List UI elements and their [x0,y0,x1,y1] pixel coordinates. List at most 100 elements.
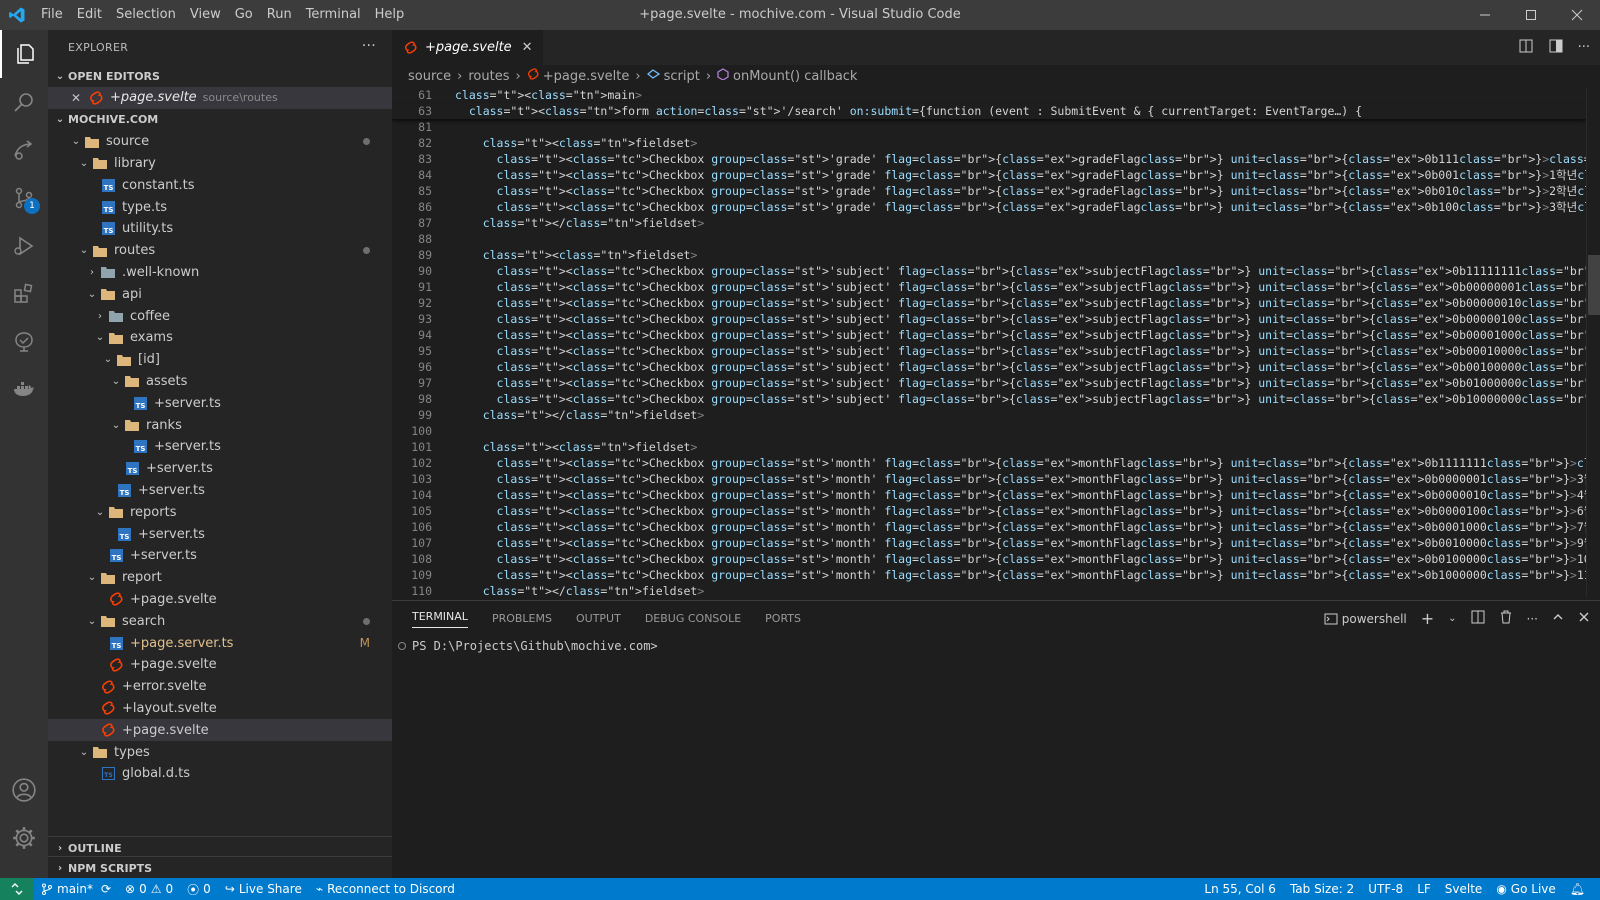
menu-selection[interactable]: Selection [109,0,183,30]
account-icon[interactable] [0,766,48,814]
tree-item[interactable]: ⌄ ranks [48,414,392,436]
tab-size[interactable]: Tab Size: 2 [1283,882,1361,896]
testing-icon[interactable] [0,318,48,366]
branch-indicator[interactable]: main* ⟳ [34,882,118,896]
close-window-icon[interactable] [1554,0,1600,30]
split-terminal-icon[interactable] [1471,610,1485,627]
open-editors-section[interactable]: ⌄ OPEN EDITORS [48,65,392,87]
encoding[interactable]: UTF-8 [1361,882,1410,896]
tree-item[interactable]: +layout.svelte [48,698,392,720]
split-editor-icon[interactable] [1548,38,1564,58]
more-actions-icon[interactable]: ··· [1578,40,1590,55]
more-actions-icon[interactable]: ··· [362,38,376,54]
tree-item[interactable]: ⌄ exams [48,327,392,349]
project-section[interactable]: ⌄ MOCHIVE.COM [48,109,392,131]
menu-terminal[interactable]: Terminal [299,0,368,30]
breadcrumb-source[interactable]: source [408,69,451,84]
settings-gear-icon[interactable] [0,814,48,862]
npm-scripts-section[interactable]: › NPM SCRIPTS [48,856,392,878]
tree-item[interactable]: ⌄ assets [48,371,392,393]
sync-icon[interactable]: ⟳ [101,882,111,896]
menu-go[interactable]: Go [228,0,260,30]
tree-item[interactable]: ⌄ report [48,567,392,589]
tab-problems[interactable]: PROBLEMS [492,612,552,625]
tree-item[interactable]: TS +server.ts [48,392,392,414]
tree-item[interactable]: +error.svelte [48,676,392,698]
editor-tab-page-svelte[interactable]: +page.svelte ✕ [392,30,543,65]
ports-indicator[interactable]: ⦿ 0 [180,881,218,898]
terminal-output[interactable]: PS D:\Projects\Github\mochive.com> [392,636,1600,656]
svg-text:TS: TS [135,402,145,410]
tree-item[interactable]: +page.svelte [48,654,392,676]
more-actions-icon[interactable]: ··· [1527,612,1538,626]
tree-item[interactable]: TS +server.ts [48,436,392,458]
menu-help[interactable]: Help [368,0,412,30]
tree-item[interactable]: +page.svelte [48,589,392,611]
tree-item[interactable]: ⌄ search [48,610,392,632]
tab-terminal[interactable]: TERMINAL [412,610,468,628]
tree-item[interactable]: ⌄ [id] [48,349,392,371]
scrollbar-thumb[interactable] [1588,255,1600,315]
search-icon[interactable] [0,78,48,126]
run-debug-icon[interactable] [0,222,48,270]
remote-explorer-icon[interactable] [0,126,48,174]
breadcrumb-routes[interactable]: routes [468,69,509,84]
tree-item[interactable]: TSsvg.d.ts [48,785,392,786]
language-mode[interactable]: Svelte [1438,882,1490,896]
tree-item[interactable]: TS +server.ts [48,545,392,567]
tree-item[interactable]: TS type.ts [48,196,392,218]
chevron-down-icon[interactable]: ⌄ [1448,613,1456,624]
tree-item[interactable]: TS +page.server.ts M [48,632,392,654]
tree-item[interactable]: ⌄ source [48,131,392,153]
breadcrumb-file[interactable]: +page.svelte [543,69,630,84]
menu-run[interactable]: Run [260,0,299,30]
live-share-button[interactable]: ↪ Live Share [218,882,309,896]
docker-icon[interactable] [0,366,48,414]
minimize-icon[interactable] [1462,0,1508,30]
tree-item[interactable]: ⌄ routes [48,240,392,262]
maximize-icon[interactable] [1508,0,1554,30]
editor-scrollbar[interactable] [1586,87,1600,597]
tab-output[interactable]: OUTPUT [576,612,621,625]
tree-item[interactable]: › .well-known [48,262,392,284]
close-panel-icon[interactable] [1578,611,1590,626]
tree-item[interactable]: ⌄ types [48,741,392,763]
source-control-icon[interactable]: 1 [0,174,48,222]
tree-item[interactable]: TS +server.ts [48,480,392,502]
open-editor-item[interactable]: ✕ +page.svelte source\routes [48,87,392,109]
tab-debug-console[interactable]: DEBUG CONSOLE [645,612,741,625]
tree-item[interactable]: TS global.d.ts [48,763,392,785]
breadcrumb-script[interactable]: script [664,69,700,84]
menu-view[interactable]: View [183,0,228,30]
menu-file[interactable]: File [34,0,70,30]
menu-edit[interactable]: Edit [70,0,109,30]
problems-indicator[interactable]: ⊗ 0 ⚠ 0 [118,882,180,896]
explorer-icon[interactable] [0,30,48,78]
close-editor-icon[interactable]: ✕ [68,91,84,105]
new-terminal-icon[interactable]: + [1421,609,1434,628]
extensions-icon[interactable] [0,270,48,318]
maximize-panel-icon[interactable] [1552,611,1564,626]
tree-item[interactable]: › coffee [48,305,392,327]
trash-icon[interactable] [1499,610,1513,627]
cursor-position[interactable]: Ln 55, Col 6 [1197,882,1283,896]
code-editor[interactable]: 61 class="t"><class="tn">main> 63 class="t… [392,87,1586,597]
notifications-bell-icon[interactable]: 🔔︎ [1563,882,1592,896]
tree-item[interactable]: ⌄ api [48,283,392,305]
tree-item[interactable]: TS constant.ts [48,174,392,196]
remote-indicator-icon[interactable] [0,878,34,900]
tree-item[interactable]: ⌄ library [48,153,392,175]
breadcrumb-callback[interactable]: onMount() callback [733,69,857,84]
end-of-line[interactable]: LF [1410,882,1438,896]
tree-item[interactable]: +page.svelte [48,719,392,742]
tree-item[interactable]: TS +server.ts [48,523,392,545]
tab-ports[interactable]: PORTS [765,612,801,625]
go-live-button[interactable]: ◉ Go Live [1489,882,1562,896]
discord-button[interactable]: ⌁ Reconnect to Discord [309,882,462,896]
tree-item[interactable]: TS utility.ts [48,218,392,240]
open-preview-icon[interactable] [1518,38,1534,58]
terminal-shell-selector[interactable]: powershell [1324,612,1407,626]
close-tab-icon[interactable]: ✕ [522,40,533,55]
tree-item[interactable]: ⌄ reports [48,501,392,523]
tree-item[interactable]: TS +server.ts [48,458,392,480]
